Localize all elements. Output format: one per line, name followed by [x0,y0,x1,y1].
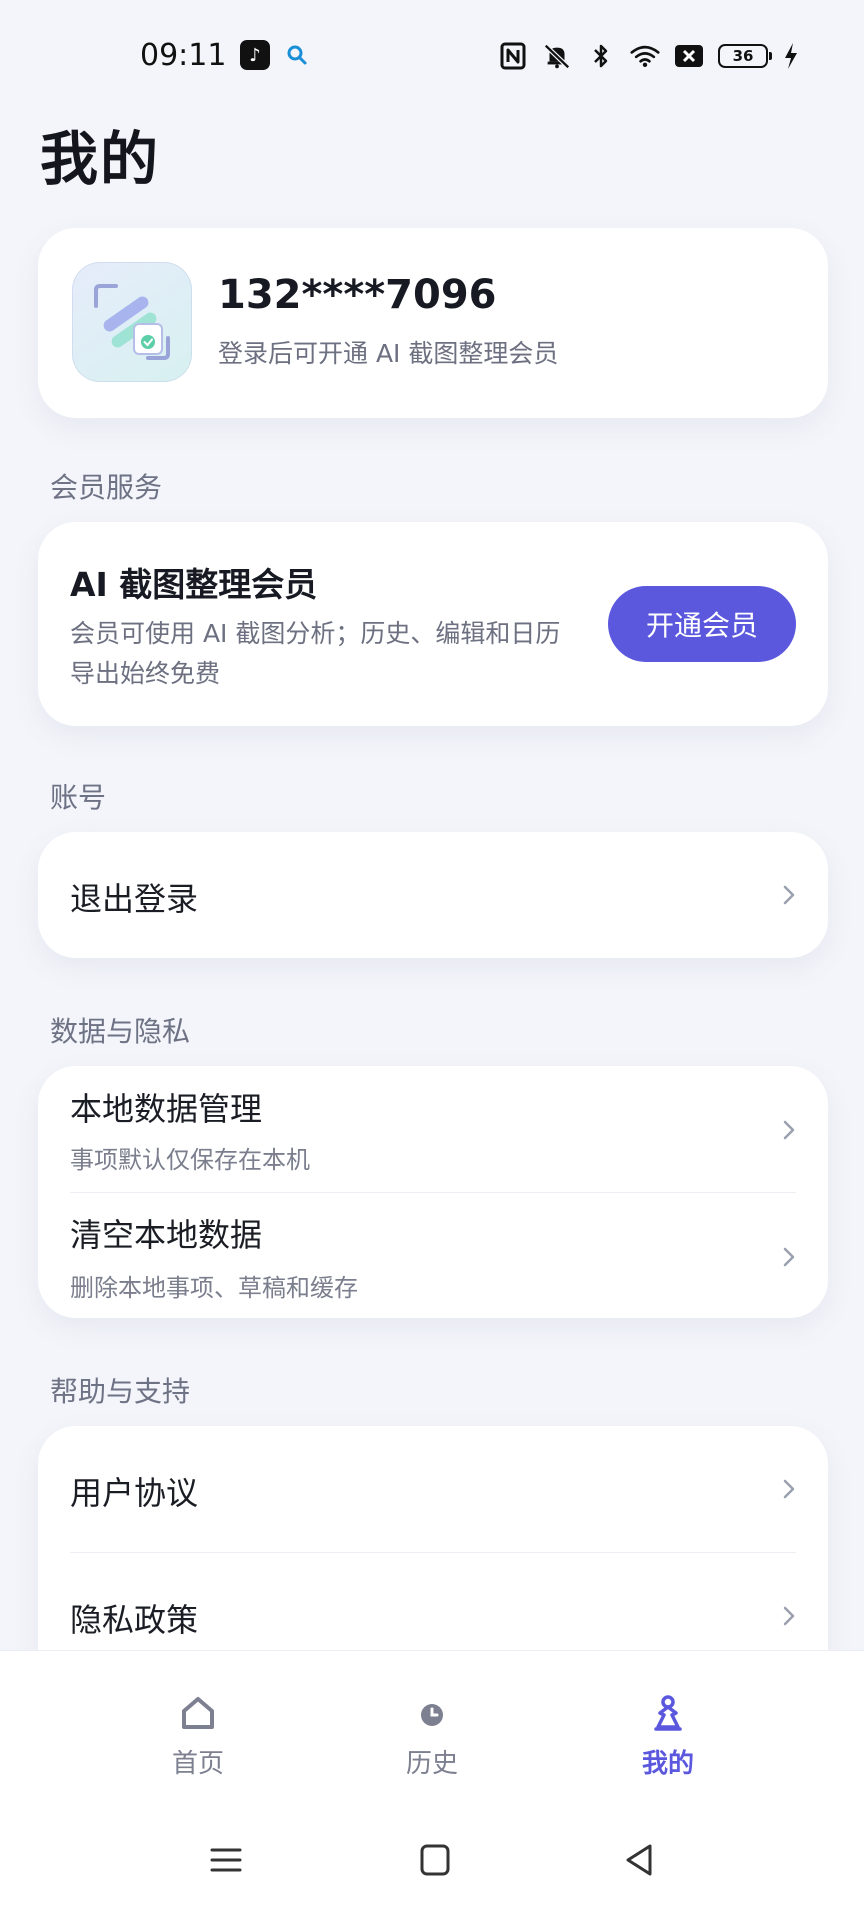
chevron-right-icon [783,885,795,905]
status-icons: 36 [498,38,800,74]
menu-icon[interactable] [206,1840,246,1880]
user-icon [654,1695,682,1731]
home-icon [182,1697,214,1729]
section-label-privacy: 数据与隐私 [50,1015,191,1048]
clear-local-data-row[interactable]: 清空本地数据 删除本地事项、草稿和缓存 [70,1193,796,1318]
row-title: 用户协议 [70,1474,199,1512]
row-subtitle: 事项默认仅保存在本机 [70,1146,310,1174]
row-title: 清空本地数据 [70,1216,263,1254]
nav-label: 历史 [405,1749,458,1779]
membership-card: AI 截图整理会员 会员可使用 AI 截图分析；历史、编辑和日历导出始终免费 开… [38,522,828,726]
bottom-nav: 首页 历史 我的 [0,1650,864,1921]
clock-icon [421,1704,443,1726]
section-label-help: 帮助与支持 [50,1375,191,1408]
account-card: 退出登录 [38,832,828,958]
wifi-icon [630,41,660,71]
logout-label: 退出登录 [70,880,199,918]
mute-icon [542,41,572,71]
user-agreement-row[interactable]: 用户协议 [70,1426,796,1552]
profile-subtitle: 登录后可开通 AI 截图整理会员 [218,339,559,368]
profile-card[interactable]: 132****7096 登录后可开通 AI 截图整理会员 [38,228,828,418]
row-title: 隐私政策 [70,1601,199,1639]
status-time: 09:11 [140,38,227,73]
logout-row[interactable]: 退出登录 [70,832,796,958]
nfc-icon [498,41,528,71]
chevron-right-icon [783,1120,795,1140]
search-notification-icon [287,45,307,65]
app-logo-icon [94,284,170,360]
home-square-icon[interactable] [414,1840,454,1880]
phone-number: 132****7096 [218,272,497,318]
membership-title: AI 截图整理会员 [70,565,318,604]
no-sim-icon [674,41,704,71]
section-label-membership: 会员服务 [50,471,163,504]
tiktok-notification-icon: ♪ [240,40,270,70]
back-icon[interactable] [620,1840,660,1880]
charging-icon [782,41,800,71]
nav-label: 我的 [641,1749,694,1779]
page-title: 我的 [40,125,161,193]
chevron-right-icon [783,1606,795,1626]
membership-description: 会员可使用 AI 截图分析；历史、编辑和日历导出始终免费 [70,619,561,688]
row-title: 本地数据管理 [70,1090,263,1128]
activate-membership-button[interactable]: 开通会员 [608,586,796,662]
chevron-right-icon [783,1247,795,1267]
nav-label: 首页 [171,1749,224,1779]
nav-item-profile[interactable]: 我的 [588,1693,748,1780]
nav-item-history[interactable]: 历史 [352,1693,512,1780]
bluetooth-icon [586,41,616,71]
row-subtitle: 删除本地事项、草稿和缓存 [70,1274,358,1302]
privacy-card: 本地数据管理 事项默认仅保存在本机 清空本地数据 删除本地事项、草稿和缓存 [38,1066,828,1318]
avatar [72,262,192,382]
section-label-account: 账号 [50,781,107,814]
local-data-management-row[interactable]: 本地数据管理 事项默认仅保存在本机 [70,1066,796,1192]
chevron-right-icon [783,1479,795,1499]
battery-indicator: 36 [718,44,772,68]
status-bar: 09:11 ♪ 36 [0,0,864,110]
nav-item-home[interactable]: 首页 [118,1693,278,1780]
